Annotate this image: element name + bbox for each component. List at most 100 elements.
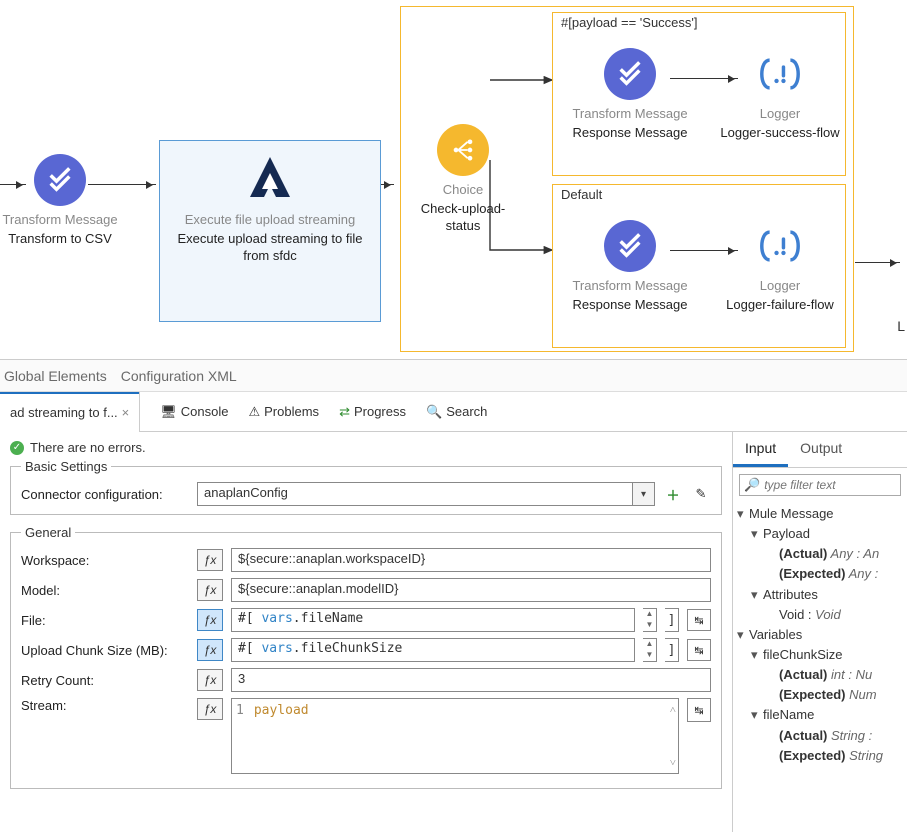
console-icon: 🖥 <box>160 404 177 420</box>
editor-tabs: Global Elements Configuration XML <box>0 360 907 392</box>
chunk-input[interactable]: #[ vars.fileChunkSize <box>231 638 635 662</box>
flow-canvas[interactable]: Transform Message Transform to CSV Execu… <box>0 0 907 360</box>
node-transform-default[interactable]: Transform Message Response Message <box>560 220 700 314</box>
tab-label: Search <box>446 404 487 419</box>
tab-problems[interactable]: ⚠Problems <box>238 392 329 432</box>
choice-icon <box>437 124 489 176</box>
tab-properties[interactable]: ad streaming to f... × <box>0 392 139 432</box>
spinner[interactable]: ▲▼ <box>643 608 657 632</box>
tab-global-elements[interactable]: Global Elements <box>4 368 107 384</box>
close-icon[interactable]: × <box>122 405 130 420</box>
tab-search[interactable]: 🔍 Search <box>416 392 497 432</box>
fx-button[interactable]: ƒx <box>197 639 223 661</box>
fx-button[interactable]: ƒx <box>197 669 223 691</box>
tree-node[interactable]: Attributes <box>763 587 818 602</box>
progress-icon: ⇄ <box>339 404 350 420</box>
tab-console[interactable]: 🖥 Console <box>150 392 238 432</box>
metadata-tree[interactable]: ▾Mule Message ▾Payload (Actual) Any : An… <box>733 502 907 768</box>
field-label: Upload Chunk Size (MB): <box>21 643 189 658</box>
group-title: General <box>21 525 75 540</box>
basic-settings-group: Basic Settings Connector configuration: … <box>10 459 722 515</box>
workspace-row: Workspace: ƒx ${secure::anaplan.workspac… <box>21 548 711 572</box>
node-transform-csv[interactable]: Transform Message Transform to CSV <box>0 154 120 248</box>
chevron-down-icon[interactable]: ▾ <box>633 482 655 506</box>
node-type-label: Logger <box>720 278 840 293</box>
tab-config-xml[interactable]: Configuration XML <box>121 368 237 384</box>
workspace-input[interactable]: ${secure::anaplan.workspaceID} <box>231 548 711 572</box>
line-number: 1 <box>236 703 244 718</box>
tab-progress[interactable]: ⇄ Progress <box>329 392 416 432</box>
fx-button[interactable]: ƒx <box>197 579 223 601</box>
filter-input[interactable] <box>764 478 896 492</box>
spinner[interactable]: ▲▼ <box>643 638 657 662</box>
node-logger-default[interactable]: Logger Logger-failure-flow <box>720 220 840 314</box>
file-input[interactable]: #[ vars.fileName <box>231 608 635 632</box>
node-logger-success[interactable]: Logger Logger-success-flow <box>720 48 840 142</box>
chunk-row: Upload Chunk Size (MB): ƒx #[ vars.fileC… <box>21 638 711 662</box>
node-choice[interactable]: Choice Check-upload-status <box>408 124 518 235</box>
group-title: Basic Settings <box>21 459 111 474</box>
transform-icon <box>604 220 656 272</box>
node-type-label: Logger <box>720 106 840 121</box>
map-icon[interactable]: ↹ <box>687 609 711 631</box>
logger-icon <box>754 220 806 272</box>
stream-row: Stream: ƒx 1 payload ˄ ˅ ↹ <box>21 698 711 774</box>
tree-node[interactable]: Payload <box>763 526 810 541</box>
model-input[interactable]: ${secure::anaplan.modelID} <box>231 578 711 602</box>
close-bracket: ] <box>665 638 679 662</box>
add-icon[interactable]: ＋ <box>663 484 683 504</box>
code-text: payload <box>254 703 309 718</box>
node-execute-upload[interactable]: Execute file upload streaming Execute up… <box>165 150 375 265</box>
tab-label: Console <box>181 404 229 419</box>
model-row: Model: ƒx ${secure::anaplan.modelID} <box>21 578 711 602</box>
search-icon: 🔎 <box>744 477 760 493</box>
status-text: There are no errors. <box>30 440 146 455</box>
map-icon[interactable]: ↹ <box>687 698 711 722</box>
scroll-up-icon[interactable]: ˄ <box>670 703 676 716</box>
tab-label: ad streaming to f... <box>10 405 118 420</box>
tab-input[interactable]: Input <box>733 432 788 467</box>
field-label: Stream: <box>21 698 189 713</box>
transform-icon <box>604 48 656 100</box>
logger-icon <box>754 48 806 100</box>
connector-config-row: Connector configuration: anaplanConfig ▾… <box>21 482 711 506</box>
status-bar: ✓ There are no errors. <box>10 440 722 455</box>
field-label: File: <box>21 613 189 628</box>
field-label: Connector configuration: <box>21 487 189 502</box>
retry-input[interactable]: 3 <box>231 668 711 692</box>
branch-condition: Default <box>561 187 602 202</box>
search-icon: 🔍 <box>426 404 442 420</box>
tree-node[interactable]: Mule Message <box>749 506 834 521</box>
node-label: Response Message <box>560 297 700 314</box>
tree-node[interactable]: fileChunkSize <box>763 647 843 662</box>
connector-value[interactable]: anaplanConfig <box>197 482 633 506</box>
node-label: Check-upload-status <box>408 201 518 235</box>
field-label: Retry Count: <box>21 673 189 688</box>
field-label: Model: <box>21 583 189 598</box>
edit-icon[interactable]: ✎ <box>691 484 711 504</box>
node-label: Logger-success-flow <box>720 125 840 142</box>
transform-icon <box>34 154 86 206</box>
tree-node[interactable]: Variables <box>749 627 802 642</box>
map-icon[interactable]: ↹ <box>687 639 711 661</box>
tab-output[interactable]: Output <box>788 432 854 467</box>
scroll-down-icon[interactable]: ˅ <box>670 756 676 769</box>
tab-label: Progress <box>354 404 406 419</box>
properties-pane: ✓ There are no errors. Basic Settings Co… <box>0 432 907 832</box>
stream-editor[interactable]: 1 payload ˄ ˅ <box>231 698 679 774</box>
node-type-label: Choice <box>408 182 518 197</box>
general-group: General Workspace: ƒx ${secure::anaplan.… <box>10 525 722 789</box>
connector-select[interactable]: anaplanConfig ▾ <box>197 482 655 506</box>
filter-box[interactable]: 🔎 <box>739 474 901 496</box>
tab-label: Problems <box>264 404 319 419</box>
branch-condition: #[payload == 'Success'] <box>561 15 698 30</box>
fx-button[interactable]: ƒx <box>197 609 223 631</box>
node-transform-success[interactable]: Transform Message Response Message <box>560 48 700 142</box>
fx-button[interactable]: ƒx <box>197 698 223 720</box>
fx-button[interactable]: ƒx <box>197 549 223 571</box>
io-tabs: Input Output <box>733 432 907 468</box>
node-type-label: Transform Message <box>560 278 700 293</box>
tree-node[interactable]: fileName <box>763 707 814 722</box>
close-bracket: ] <box>665 608 679 632</box>
ok-icon: ✓ <box>10 441 24 455</box>
